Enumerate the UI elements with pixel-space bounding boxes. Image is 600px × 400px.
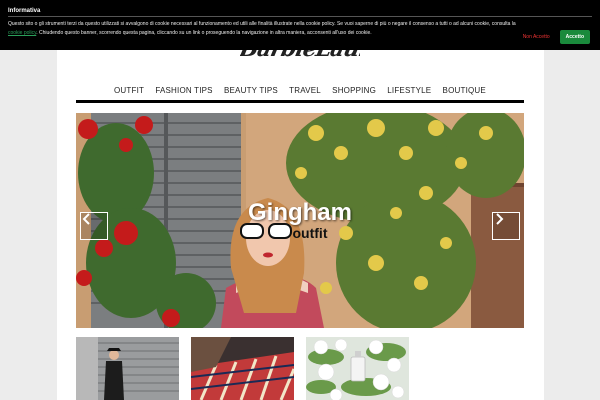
slide-title[interactable]: Gingham bbox=[76, 199, 524, 227]
thumbnail-white-flowers-perfume[interactable] bbox=[306, 337, 409, 400]
cookie-text-start: Questo sito o gli strumenti terzi da que… bbox=[8, 21, 516, 27]
chevron-right-icon bbox=[496, 213, 504, 225]
refuse-cookies-button[interactable]: Non Accetto bbox=[519, 32, 554, 42]
accept-cookies-button[interactable]: Accetto bbox=[559, 30, 590, 44]
cookie-divider bbox=[8, 16, 592, 17]
cookie-banner: Informativa Questo sito o gli strumenti … bbox=[0, 0, 600, 50]
chevron-left-icon bbox=[82, 213, 90, 225]
thumbnail-street-outfit[interactable] bbox=[76, 337, 179, 400]
slider-next-button[interactable] bbox=[492, 212, 520, 240]
cookie-text: Questo sito o gli strumenti terzi da que… bbox=[8, 20, 528, 38]
slider-prev-button[interactable] bbox=[80, 212, 108, 240]
slide-subtitle: outfit bbox=[292, 225, 328, 241]
thumbnail-image bbox=[306, 337, 409, 400]
featured-slider[interactable]: Gingham outfit bbox=[76, 113, 524, 328]
thumbnail-image bbox=[76, 337, 179, 400]
thumbnail-plaid-fabric[interactable] bbox=[191, 337, 294, 400]
nav-divider bbox=[76, 100, 524, 103]
cookie-title: Informativa bbox=[8, 8, 41, 14]
cookie-text-end: . Chiudendo questo banner, scorrendo que… bbox=[36, 30, 372, 36]
cookie-buttons: Non Accetto Accetto bbox=[519, 30, 590, 44]
cookie-policy-link[interactable]: cookie policy bbox=[8, 30, 36, 36]
thumbnail-image bbox=[191, 337, 294, 400]
